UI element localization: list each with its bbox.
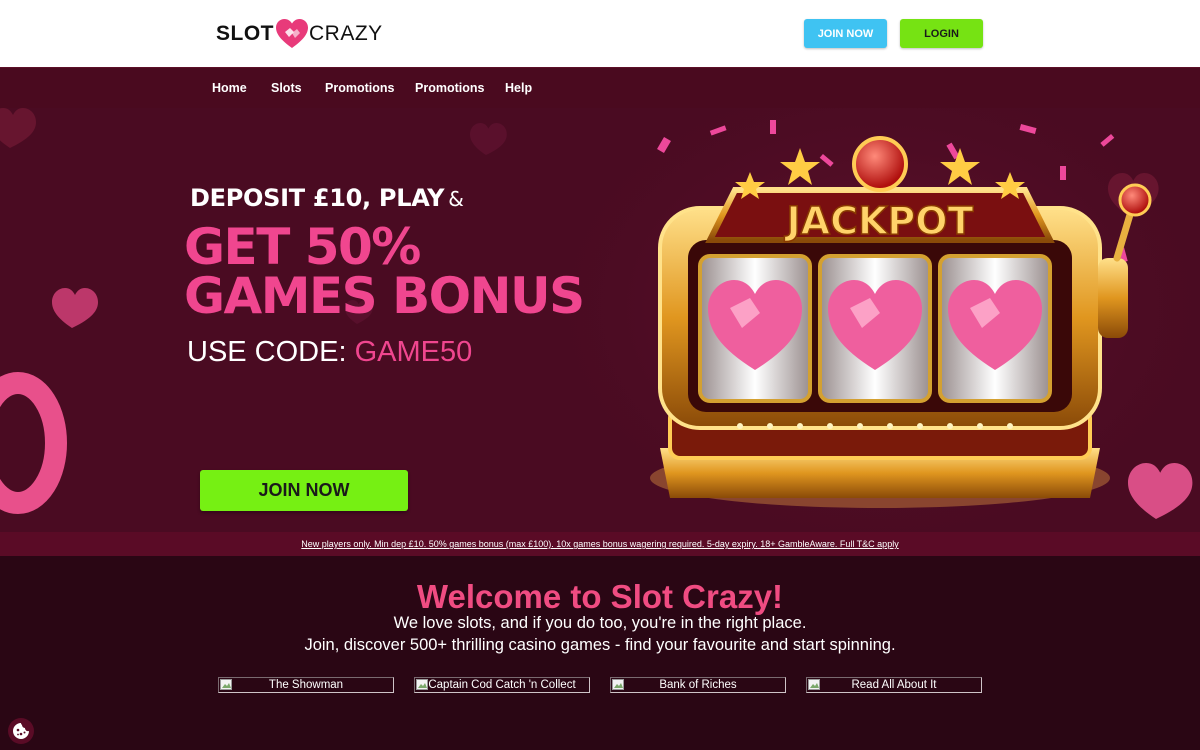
heart-logo-icon bbox=[276, 19, 308, 48]
game-title: The Showman bbox=[268, 679, 344, 691]
game-card-the-showman[interactable]: The Showman bbox=[218, 677, 394, 693]
terms-strip: New players only. Min dep £10. 50% games… bbox=[0, 532, 1200, 556]
logo-text-slot: SLOT bbox=[216, 22, 274, 45]
hero-banner[interactable]: DEPOSIT £10, PLAY & GET 50% GAMES BONUS U… bbox=[0, 108, 1200, 532]
broken-image-icon bbox=[416, 679, 428, 690]
hero-join-now-button[interactable]: JOIN NOW bbox=[200, 470, 408, 511]
nav-item-promotions-2[interactable]: Promotions bbox=[415, 81, 484, 95]
welcome-text-2: Join, discover 500+ thrilling casino gam… bbox=[304, 636, 896, 654]
site-logo[interactable]: SLOT CRAZY bbox=[216, 18, 383, 50]
game-title: Captain Cod Catch 'n Collect bbox=[428, 679, 576, 691]
welcome-text-1: We love slots, and if you do too, you're… bbox=[393, 614, 807, 632]
hero-promo-code: USE CODE: GAME50 bbox=[187, 336, 472, 369]
game-card-captain-cod[interactable]: Captain Cod Catch 'n Collect bbox=[414, 677, 590, 693]
welcome-title: Welcome to Slot Crazy! bbox=[416, 578, 784, 615]
broken-image-icon bbox=[612, 679, 624, 690]
nav-item-help[interactable]: Help bbox=[505, 81, 532, 95]
header-join-now-button[interactable]: JOIN NOW bbox=[804, 19, 887, 48]
main-nav: Home Slots Promotions Promotions Help bbox=[0, 67, 1200, 109]
promo-code-value: GAME50 bbox=[354, 336, 473, 368]
game-card-bank-of-riches[interactable]: Bank of Riches bbox=[610, 677, 786, 693]
game-title: Bank of Riches bbox=[659, 679, 737, 691]
game-card-read-all-about-it[interactable]: Read All About It bbox=[806, 677, 982, 693]
nav-item-slots[interactable]: Slots bbox=[271, 81, 302, 95]
site-header: SLOT CRAZY JOIN NOW LOGIN bbox=[0, 0, 1200, 67]
promo-code-prefix: USE CODE: bbox=[187, 336, 347, 368]
nav-item-promotions[interactable]: Promotions bbox=[325, 81, 394, 95]
jackpot-sign-text: JACKPOT bbox=[784, 199, 974, 243]
nav-item-home[interactable]: Home bbox=[212, 81, 247, 95]
broken-image-icon bbox=[808, 679, 820, 690]
broken-image-icon bbox=[220, 679, 232, 690]
logo-text-crazy: CRAZY bbox=[309, 22, 383, 45]
header-login-button[interactable]: LOGIN bbox=[900, 19, 983, 48]
game-title: Read All About It bbox=[851, 679, 937, 691]
hero-headline-2: GAMES BONUS bbox=[184, 267, 585, 325]
cookie-icon bbox=[13, 723, 29, 739]
hero-deposit-text: DEPOSIT £10, PLAY & bbox=[190, 184, 464, 212]
hero-headline-1: GET 50% bbox=[184, 218, 421, 276]
hero-deposit-label: DEPOSIT £10, PLAY bbox=[190, 184, 445, 212]
cookie-settings-button[interactable] bbox=[8, 718, 34, 744]
terms-link[interactable]: New players only. Min dep £10. 50% games… bbox=[301, 539, 898, 549]
jackpot-slot-machine-image: JACKPOT bbox=[650, 120, 1152, 508]
hero-ampersand: & bbox=[448, 187, 464, 211]
